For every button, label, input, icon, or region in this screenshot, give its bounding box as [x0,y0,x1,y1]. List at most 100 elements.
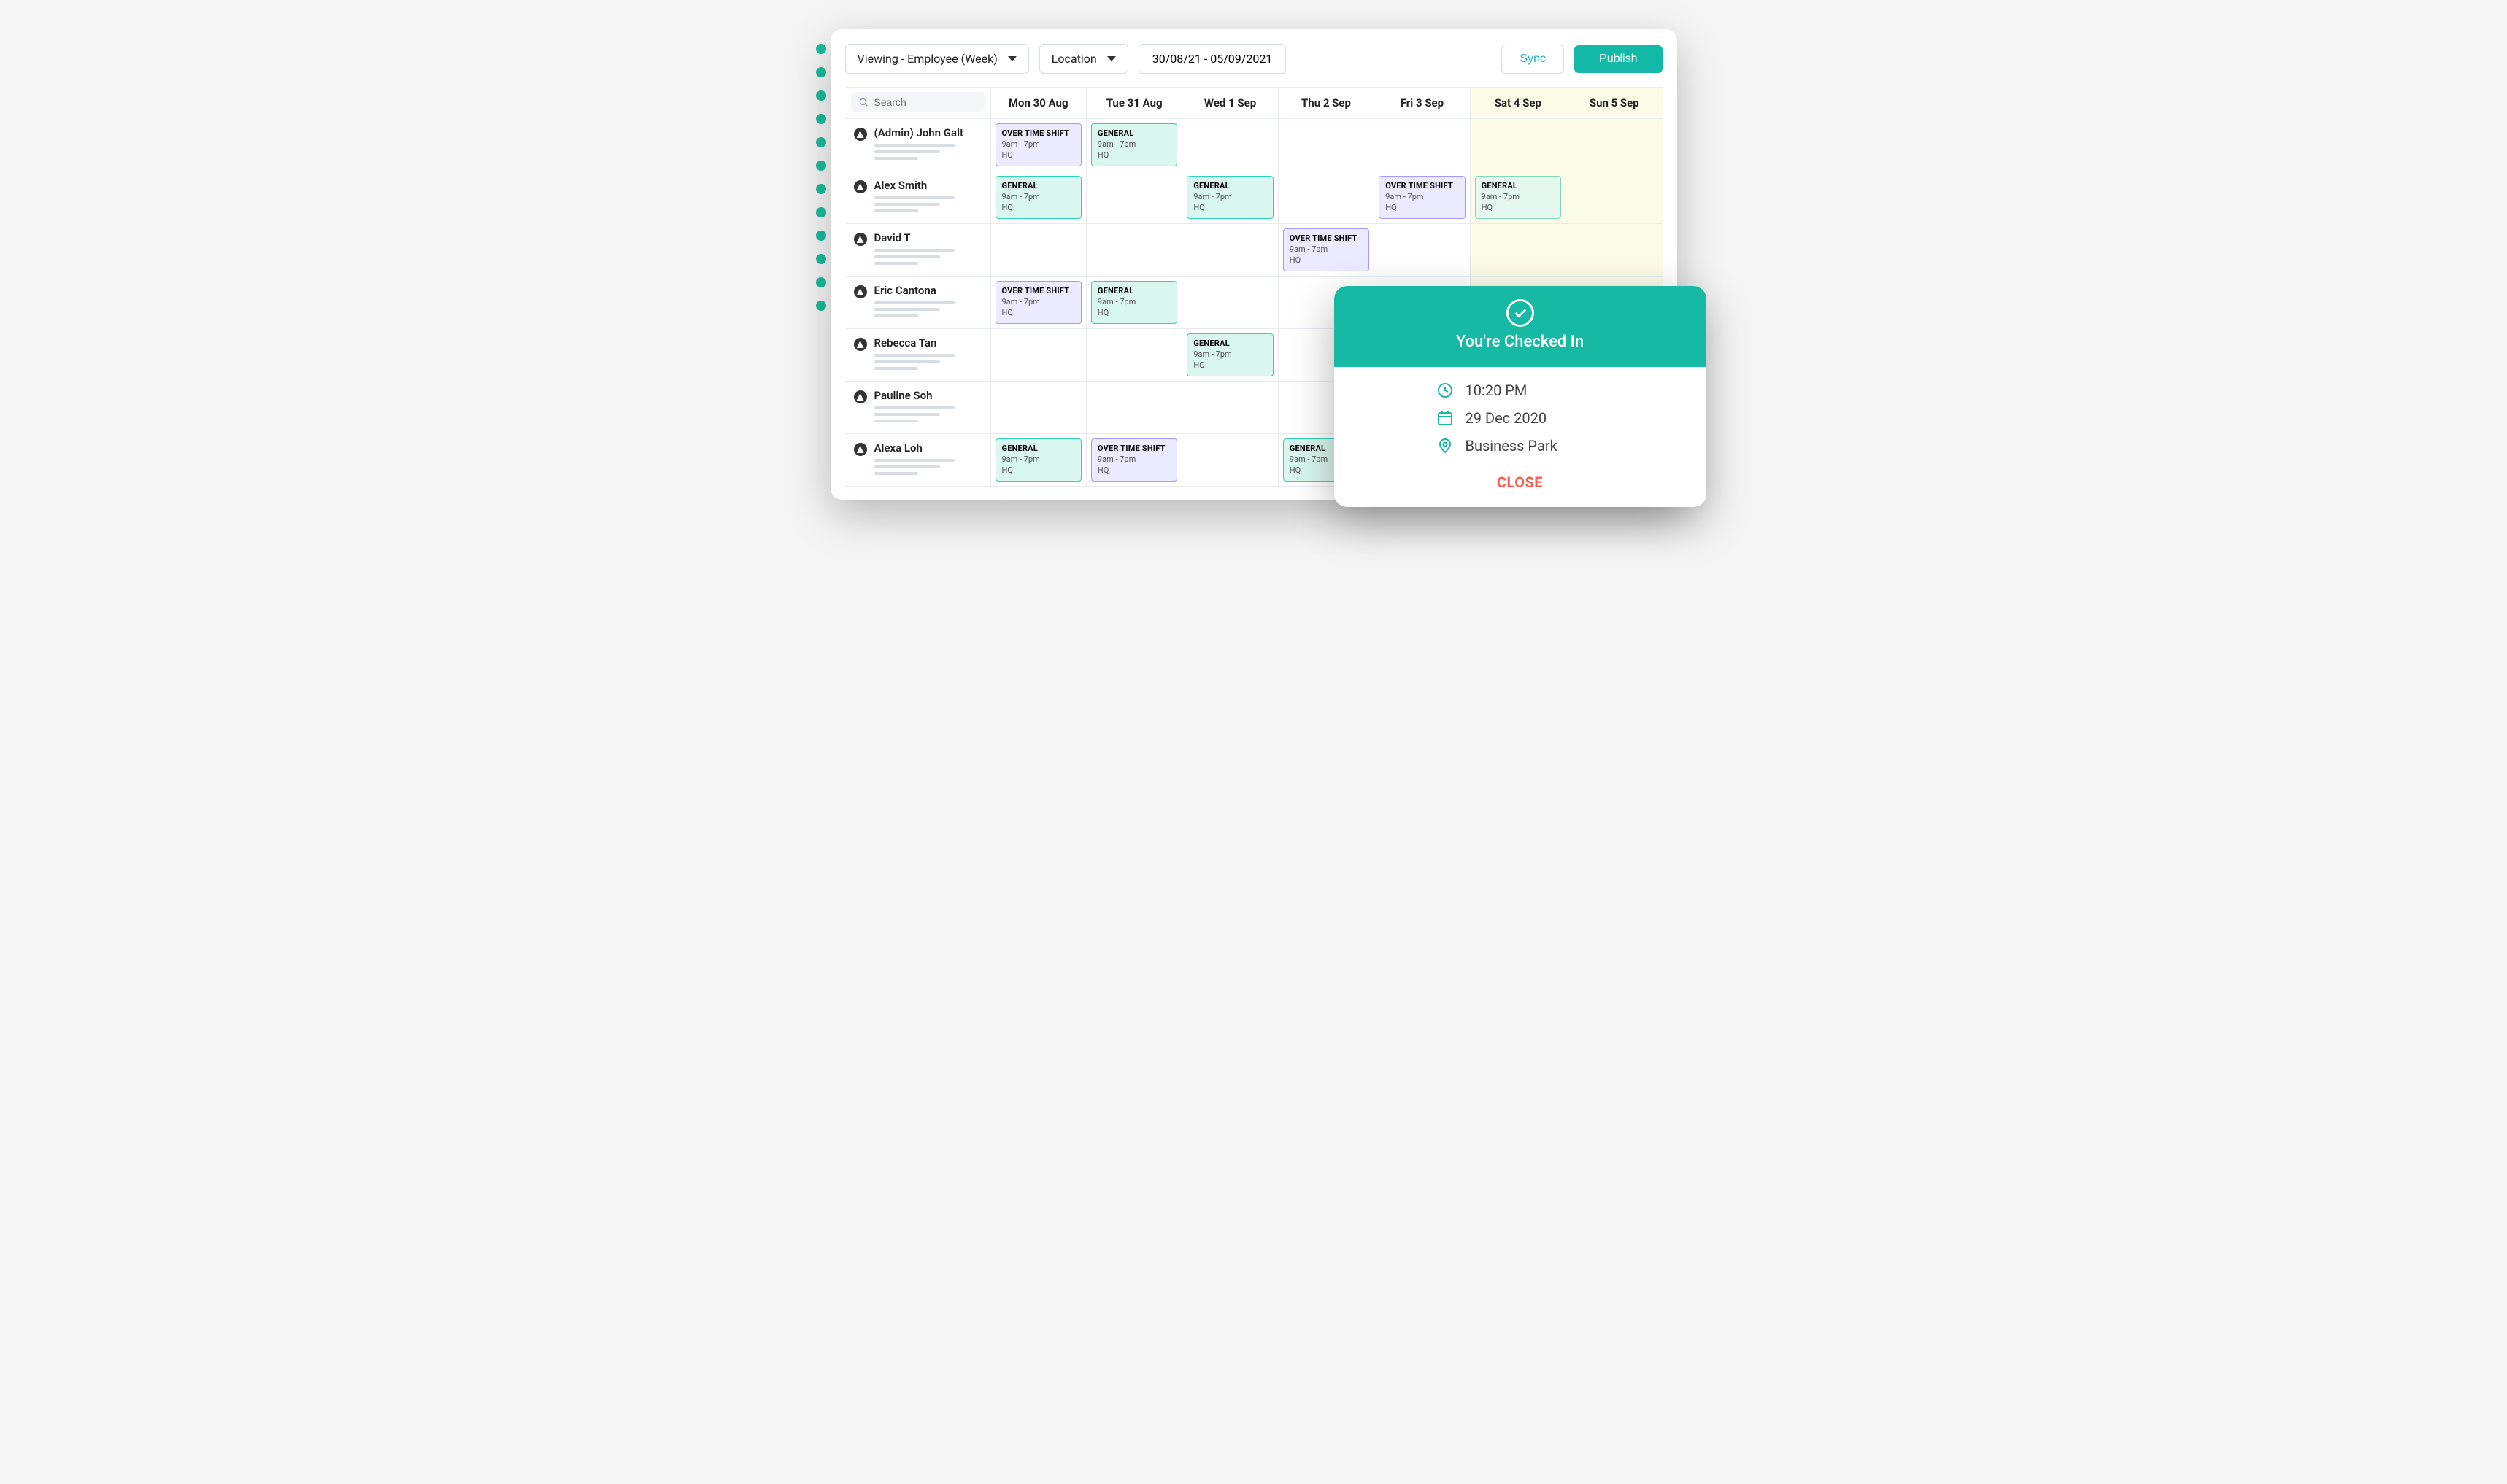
shift-time: 9am - 7pm [1002,192,1075,203]
checkin-place: Business Park [1466,437,1557,455]
shift-location: HQ [1193,203,1266,214]
employee-cell: Rebecca Tan [845,329,991,382]
search-input[interactable] [874,96,977,108]
schedule-slot[interactable]: GENERAL 9am - 7pm HQ [991,171,1087,224]
schedule-slot[interactable] [1471,119,1566,171]
search-box[interactable] [851,92,985,112]
employee-name: Alex Smith [874,179,955,192]
schedule-slot[interactable] [1087,224,1182,277]
employee-meta [874,249,955,265]
day-header: Thu 2 Sep [1279,88,1374,119]
shift-time: 9am - 7pm [1098,297,1171,308]
sync-button[interactable]: Sync [1501,45,1564,74]
schedule-slot[interactable]: OVER TIME SHIFT 9am - 7pm HQ [991,277,1087,329]
schedule-slot[interactable]: OVER TIME SHIFT 9am - 7pm HQ [1374,171,1470,224]
schedule-slot[interactable]: OVER TIME SHIFT 9am - 7pm HQ [1087,434,1182,487]
schedule-slot[interactable]: OVER TIME SHIFT 9am - 7pm HQ [991,119,1087,171]
schedule-slot[interactable] [1087,171,1182,224]
view-select[interactable]: Viewing - Employee (Week) [845,44,1029,74]
day-header: Tue 31 Aug [1087,88,1182,119]
shift-time: 9am - 7pm [1002,139,1075,150]
shift-type: OVER TIME SHIFT [1385,181,1458,192]
date-range-picker[interactable]: 30/08/21 - 05/09/2021 [1139,44,1287,74]
shift-card[interactable]: GENERAL 9am - 7pm HQ [1091,281,1177,324]
schedule-slot[interactable] [1374,119,1470,171]
shift-card[interactable]: OVER TIME SHIFT 9am - 7pm HQ [1379,176,1465,219]
schedule-slot[interactable] [991,329,1087,382]
schedule-slot[interactable] [1087,329,1182,382]
schedule-slot[interactable]: GENERAL 9am - 7pm HQ [1087,277,1182,329]
shift-card[interactable]: OVER TIME SHIFT 9am - 7pm HQ [996,123,1082,166]
shift-type: GENERAL [1002,181,1075,192]
schedule-slot[interactable] [1182,277,1278,329]
shift-card[interactable]: OVER TIME SHIFT 9am - 7pm HQ [1091,438,1177,482]
shift-type: GENERAL [1002,444,1075,455]
chevron-down-icon [1008,56,1017,61]
shift-time: 9am - 7pm [1002,455,1075,465]
checkin-header: You're Checked In [1334,286,1706,367]
schedule-slot[interactable]: GENERAL 9am - 7pm HQ [1182,171,1278,224]
shift-type: OVER TIME SHIFT [1002,286,1075,297]
checkin-time-row: 10:20 PM [1436,382,1686,399]
employee-cell: Alex Smith [845,171,991,224]
location-select[interactable]: Location [1039,44,1128,74]
shift-location: HQ [1002,465,1075,476]
date-range-text: 30/08/21 - 05/09/2021 [1152,52,1273,66]
schedule-slot[interactable] [1087,382,1182,434]
shift-card[interactable]: GENERAL 9am - 7pm HQ [1187,176,1273,219]
employee-meta [874,459,955,475]
employee-name: David T [874,231,955,244]
shift-card[interactable]: GENERAL 9am - 7pm HQ [1091,123,1177,166]
shift-time: 9am - 7pm [1002,297,1075,308]
publish-button[interactable]: Publish [1574,45,1662,73]
shift-card[interactable]: OVER TIME SHIFT 9am - 7pm HQ [1283,228,1369,271]
schedule-slot[interactable]: GENERAL 9am - 7pm HQ [1182,329,1278,382]
schedule-slot[interactable] [1471,224,1566,277]
day-header: Fri 3 Sep [1374,88,1470,119]
shift-type: GENERAL [1193,339,1266,349]
employee-name: (Admin) John Galt [874,126,964,139]
schedule-slot[interactable]: OVER TIME SHIFT 9am - 7pm HQ [1279,224,1374,277]
employee-meta [874,301,955,317]
schedule-slot[interactable] [1279,119,1374,171]
shift-card[interactable]: OVER TIME SHIFT 9am - 7pm HQ [996,281,1082,324]
shift-time: 9am - 7pm [1193,349,1266,360]
employee-name: Eric Cantona [874,284,955,297]
schedule-slot[interactable] [1182,434,1278,487]
shift-card[interactable]: GENERAL 9am - 7pm HQ [996,176,1082,219]
schedule-slot[interactable] [991,224,1087,277]
employee-cell: Pauline Soh [845,382,991,434]
schedule-slot[interactable] [1566,171,1662,224]
employee-name: Alexa Loh [874,441,955,455]
checkin-title: You're Checked In [1334,333,1706,351]
schedule-slot[interactable] [991,382,1087,434]
schedule-slot[interactable] [1182,119,1278,171]
shift-location: HQ [1482,203,1555,214]
shift-type: GENERAL [1098,286,1171,297]
shift-type: GENERAL [1098,128,1171,139]
schedule-slot[interactable]: GENERAL 9am - 7pm HQ [1087,119,1182,171]
avatar-icon [854,338,867,351]
schedule-slot[interactable] [1182,224,1278,277]
shift-location: HQ [1098,308,1171,319]
shift-type: GENERAL [1193,181,1266,192]
schedule-slot[interactable] [1566,119,1662,171]
schedule-slot[interactable] [1566,224,1662,277]
shift-card[interactable]: GENERAL 9am - 7pm HQ [1187,333,1273,376]
employee-meta [874,144,964,160]
shift-location: HQ [1385,203,1458,214]
schedule-slot[interactable] [1182,382,1278,434]
shift-location: HQ [1002,150,1075,161]
schedule-slot[interactable]: GENERAL 9am - 7pm HQ [991,434,1087,487]
shift-time: 9am - 7pm [1098,139,1171,150]
avatar-icon [854,285,867,298]
shift-location: HQ [1290,255,1363,266]
schedule-slot[interactable]: GENERAL 9am - 7pm HQ [1471,171,1566,224]
employee-cell: David T [845,224,991,277]
schedule-slot[interactable] [1279,171,1374,224]
checkin-close-button[interactable]: CLOSE [1334,468,1706,507]
shift-card[interactable]: GENERAL 9am - 7pm HQ [1475,176,1561,219]
shift-location: HQ [1098,150,1171,161]
shift-card[interactable]: GENERAL 9am - 7pm HQ [996,438,1082,482]
schedule-slot[interactable] [1374,224,1470,277]
